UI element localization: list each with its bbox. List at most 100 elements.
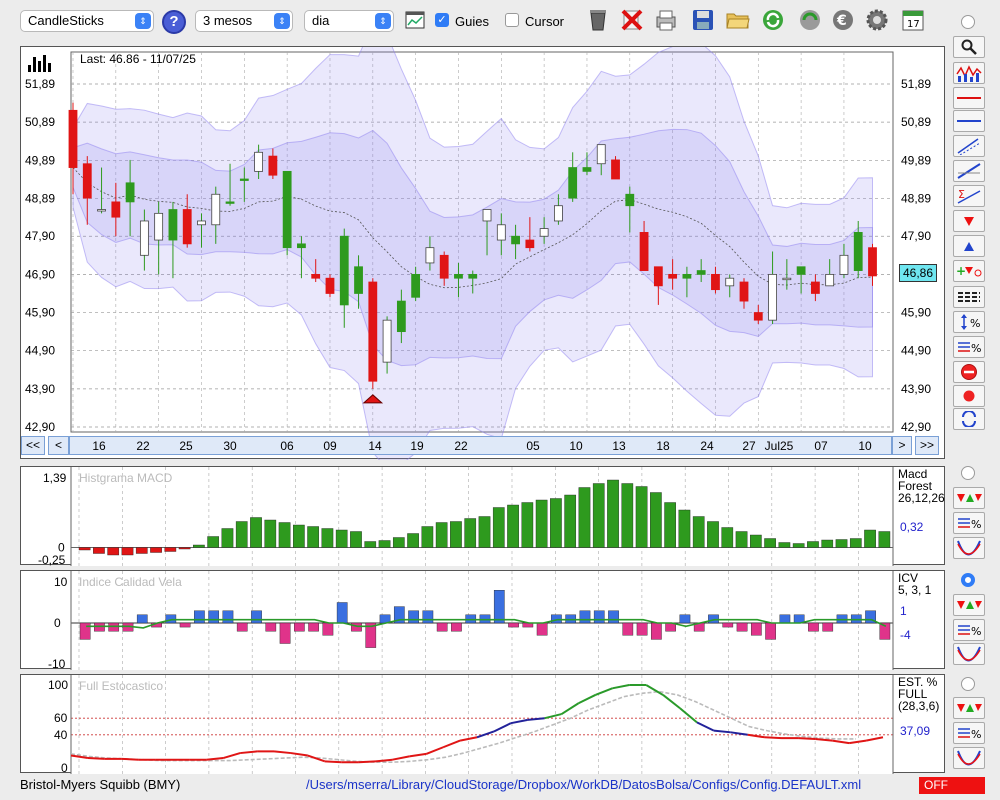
zoom-icon[interactable] <box>953 36 985 58</box>
candle-body <box>768 273 777 321</box>
stoch-percent-icon[interactable]: % <box>953 722 985 744</box>
calendar-icon[interactable]: 17 <box>900 7 926 33</box>
nav-next-button[interactable]: > <box>892 436 912 455</box>
icv-percent-icon[interactable]: % <box>953 619 985 641</box>
candle-body <box>868 247 877 277</box>
candle-body <box>611 159 620 180</box>
candle-body <box>454 273 463 279</box>
macd-bar <box>407 533 419 548</box>
swap-icon[interactable] <box>953 408 985 430</box>
icv-signals-icon[interactable] <box>953 594 985 616</box>
macd-legend-name: Macd Forest <box>898 467 933 493</box>
percent-lines-icon[interactable]: % <box>953 336 985 358</box>
delete-icon[interactable] <box>619 7 645 33</box>
candle-body <box>639 232 649 271</box>
fibonacci-icon[interactable]: Σ <box>953 185 985 207</box>
candle-body <box>197 220 206 226</box>
candlestick-chart[interactable]: 51,89 51,89 50,89 50,89 49,89 49,89 48,89 48,89… <box>21 47 946 460</box>
date-scroll-bar[interactable] <box>69 436 892 455</box>
macd-curve-icon[interactable] <box>953 537 985 559</box>
trendline-icon[interactable] <box>953 160 985 182</box>
no-entry-icon[interactable] <box>953 361 985 383</box>
y-tick: 10 <box>54 575 68 589</box>
macd-bar <box>849 538 862 548</box>
icv-bar <box>722 622 734 628</box>
icv-value-neg: -4 <box>900 628 911 642</box>
icv-curve-icon[interactable] <box>953 643 985 665</box>
signals-icon[interactable]: + <box>953 260 985 282</box>
candle-body <box>82 163 92 199</box>
icv-bar <box>265 622 277 632</box>
nav-prev-button[interactable]: < <box>48 436 69 455</box>
chevron-updown-icon: ⇕ <box>135 13 151 29</box>
candle-body <box>111 201 121 218</box>
y-tick-left: 50,89 <box>25 115 55 129</box>
stoch-curve-icon[interactable] <box>953 747 985 769</box>
svg-text:%: % <box>971 728 981 741</box>
y-tick: 40 <box>54 728 68 742</box>
config-path-link[interactable]: /Users/mserra/Library/CloudStorage/Dropb… <box>306 777 861 792</box>
y-tick: -0,25 <box>38 553 66 566</box>
macd-bar <box>749 534 762 548</box>
macd-bar <box>293 524 305 548</box>
open-folder-icon[interactable] <box>725 7 751 33</box>
candle-body <box>568 167 578 199</box>
main-radio[interactable] <box>961 15 975 29</box>
stoch-signals-icon[interactable] <box>953 697 985 719</box>
macd-legend-params: 26,12,26 <box>898 491 945 505</box>
nav-first-button[interactable]: << <box>21 436 45 455</box>
icv-radio[interactable] <box>961 573 975 587</box>
macd-bar <box>378 540 391 548</box>
macd-bar <box>193 544 205 548</box>
price-histogram-icon[interactable] <box>953 62 985 84</box>
chart-type-select[interactable]: CandleSticks ⇕ <box>20 10 154 32</box>
arrow-down-red-icon[interactable] <box>953 210 985 232</box>
nav-last-button[interactable]: >> <box>915 436 939 455</box>
trash-icon[interactable] <box>585 7 611 33</box>
macd-bar <box>207 536 220 548</box>
record-icon[interactable] <box>953 385 985 407</box>
euro-icon[interactable]: € <box>830 7 856 33</box>
interval-select[interactable]: dia ⇕ <box>304 10 394 32</box>
y-tick: 0 <box>54 616 61 630</box>
macd-signals-icon[interactable] <box>953 487 985 509</box>
macd-percent-icon[interactable]: % <box>953 512 985 534</box>
list-icon[interactable] <box>953 286 985 308</box>
icv-bar <box>808 622 819 632</box>
horizontal-line-blue-icon[interactable] <box>953 110 985 132</box>
print-icon[interactable] <box>653 7 679 33</box>
bar-chart-icon <box>28 55 51 72</box>
arrow-up-blue-icon[interactable] <box>953 235 985 257</box>
chart-window-icon[interactable] <box>402 7 428 33</box>
macd-radio[interactable] <box>961 466 975 480</box>
candle <box>325 274 335 298</box>
macd-bar <box>464 518 477 548</box>
macd-bar <box>264 519 277 548</box>
icv-panel: 10 0 -10 Indice Calidad Vela ICV 5, 3, 1 1… <box>20 570 945 670</box>
main-chart-panel: 51,89 51,89 50,89 50,89 49,89 49,89 48,89 48,89… <box>20 46 946 460</box>
sync-icon[interactable] <box>797 7 823 33</box>
help-icon[interactable]: ? <box>162 10 186 34</box>
save-icon[interactable] <box>690 7 716 33</box>
horizontal-line-red-icon[interactable] <box>953 87 985 109</box>
icv-bar <box>436 622 448 632</box>
icv-bar <box>708 614 719 624</box>
cursor-checkbox[interactable] <box>505 13 519 27</box>
percent-range-icon[interactable]: % <box>953 311 985 333</box>
macd-bar <box>878 531 891 548</box>
stoch-radio[interactable] <box>961 677 975 691</box>
candle-body <box>539 228 549 237</box>
refresh-icon[interactable] <box>760 7 786 33</box>
guides-checkbox[interactable]: ✓ <box>435 13 449 27</box>
icv-value-pos: 1 <box>900 604 907 618</box>
icv-bar <box>108 622 120 632</box>
channel-icon[interactable] <box>953 135 985 157</box>
period-select[interactable]: 3 mesos ⇕ <box>195 10 293 32</box>
icv-bar <box>679 614 691 624</box>
candle-body <box>282 170 292 249</box>
candle-body <box>225 201 235 204</box>
gear-icon[interactable] <box>864 7 890 33</box>
macd-bar <box>578 487 591 548</box>
mode-status-badge[interactable]: OFF <box>919 777 985 794</box>
macd-bar <box>507 504 519 548</box>
